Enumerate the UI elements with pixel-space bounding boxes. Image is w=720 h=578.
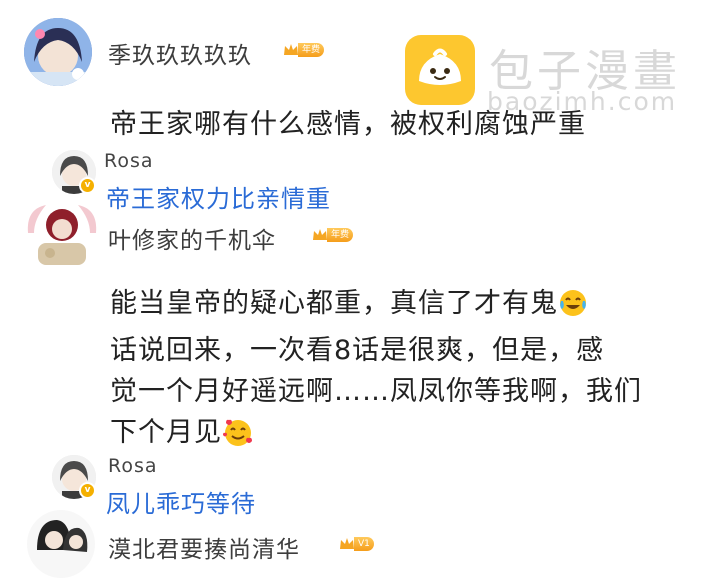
membership-badge: 年费: [282, 41, 325, 59]
comment-text: 帝王家哪有什么感情，被权利腐蚀严重: [110, 109, 586, 140]
avatar[interactable]: [27, 510, 95, 578]
reply-text: 帝王家权力比亲情重: [106, 185, 331, 213]
comment-username[interactable]: 漠北君要揍尚清华: [108, 530, 300, 564]
avatar[interactable]: [24, 18, 92, 86]
verified-v-icon: v: [79, 177, 96, 194]
avatar[interactable]: [24, 199, 100, 269]
comment-line: 能当皇帝的疑心都重，真信了才有鬼: [110, 283, 642, 330]
baozi-bun-logo-icon: [405, 35, 475, 105]
comment-username[interactable]: 叶修家的千机伞: [108, 221, 276, 255]
comment-line: 觉一个月好遥远啊……凤凤你等我啊，我们: [110, 376, 642, 407]
badge-label: 年费: [298, 43, 325, 57]
comment-line-text: 能当皇帝的疑心都重，真信了才有鬼: [110, 288, 558, 319]
membership-badge: 年费: [311, 226, 354, 244]
comment-line: 下个月见: [110, 412, 642, 459]
badge-label: V1: [354, 537, 374, 551]
comment-username[interactable]: 季玖玖玖玖玖: [108, 36, 252, 70]
comment-line: 话说回来，一次看8话是很爽，但是，感: [110, 335, 605, 366]
tears-of-joy-emoji: [558, 288, 588, 330]
reply-text: 凤儿乖巧等待: [106, 490, 256, 518]
comment-text: 能当皇帝的疑心都重，真信了才有鬼 话说回来，一次看8话是很爽，但是，感 觉一个月…: [110, 283, 642, 459]
smiling-face-with-hearts-emoji: [222, 417, 254, 459]
membership-badge: V1: [338, 535, 374, 553]
reply-username[interactable]: Rosa: [104, 150, 154, 172]
badge-label: 年费: [327, 228, 354, 242]
verified-v-icon: v: [79, 482, 96, 499]
reply-username[interactable]: Rosa: [108, 455, 158, 477]
comment-line-text: 下个月见: [110, 417, 222, 448]
